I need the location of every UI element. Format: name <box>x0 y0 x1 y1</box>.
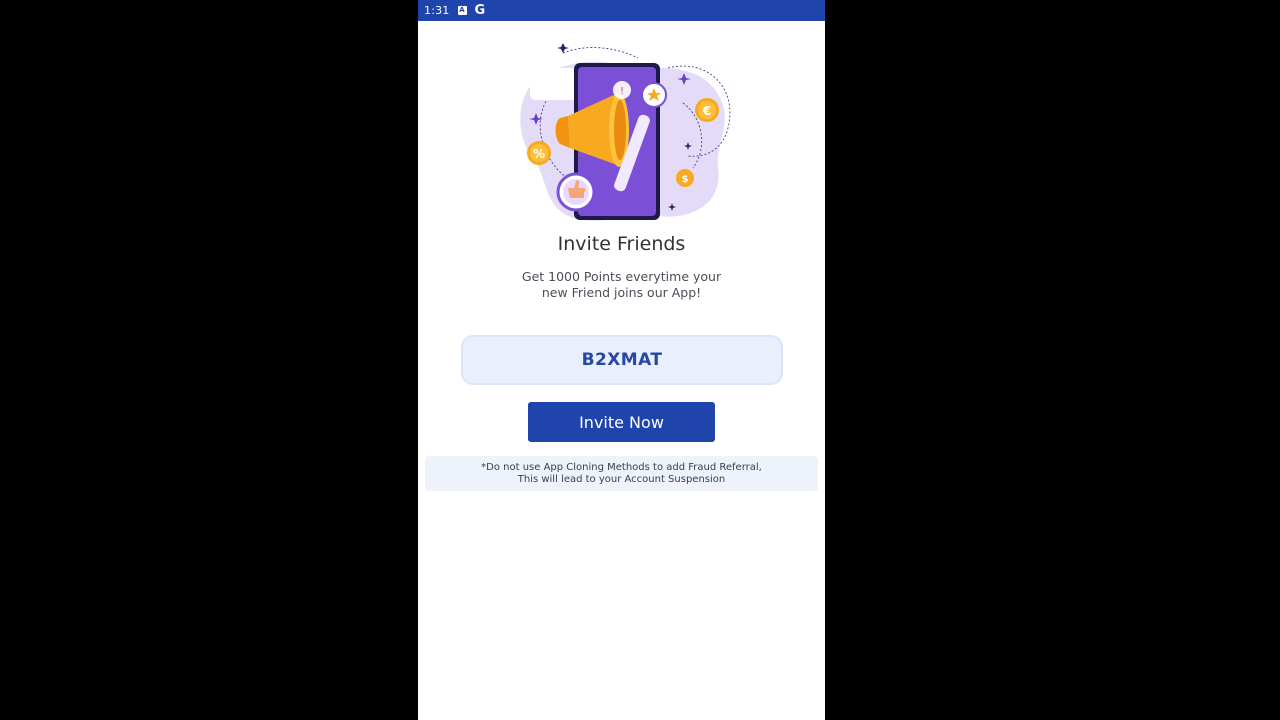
invite-now-button[interactable]: Invite Now <box>528 402 715 442</box>
referral-code: B2XMAT <box>581 350 663 370</box>
notification-a-icon: A <box>457 6 467 15</box>
subtitle-line-2: new Friend joins our App! <box>541 285 702 300</box>
fraud-warning-notice: *Do not use App Cloning Methods to add F… <box>425 456 818 491</box>
google-g-icon: G <box>474 3 486 18</box>
warning-line-1: *Do not use App Cloning Methods to add F… <box>481 461 762 473</box>
svg-text:!: ! <box>620 86 624 97</box>
invite-title: Invite Friends <box>557 233 686 255</box>
invite-subtitle: Get 1000 Points everytime your new Frien… <box>418 269 825 301</box>
subtitle-line-1: Get 1000 Points everytime your <box>521 269 722 284</box>
status-time: 1:31 <box>424 4 450 17</box>
svg-text:$: $ <box>682 174 689 185</box>
megaphone-phone-illustration: ! % € $ <box>520 43 731 221</box>
svg-text:%: % <box>533 147 545 161</box>
referral-code-box[interactable]: B2XMAT <box>461 335 783 385</box>
warning-line-2: This will lead to your Account Suspensio… <box>517 473 726 485</box>
status-bar: 1:31 A G <box>418 0 825 21</box>
svg-text:€: € <box>702 104 711 118</box>
phone-screen: 1:31 A G ! % € $ Invite Friends Get 1000… <box>418 0 825 720</box>
